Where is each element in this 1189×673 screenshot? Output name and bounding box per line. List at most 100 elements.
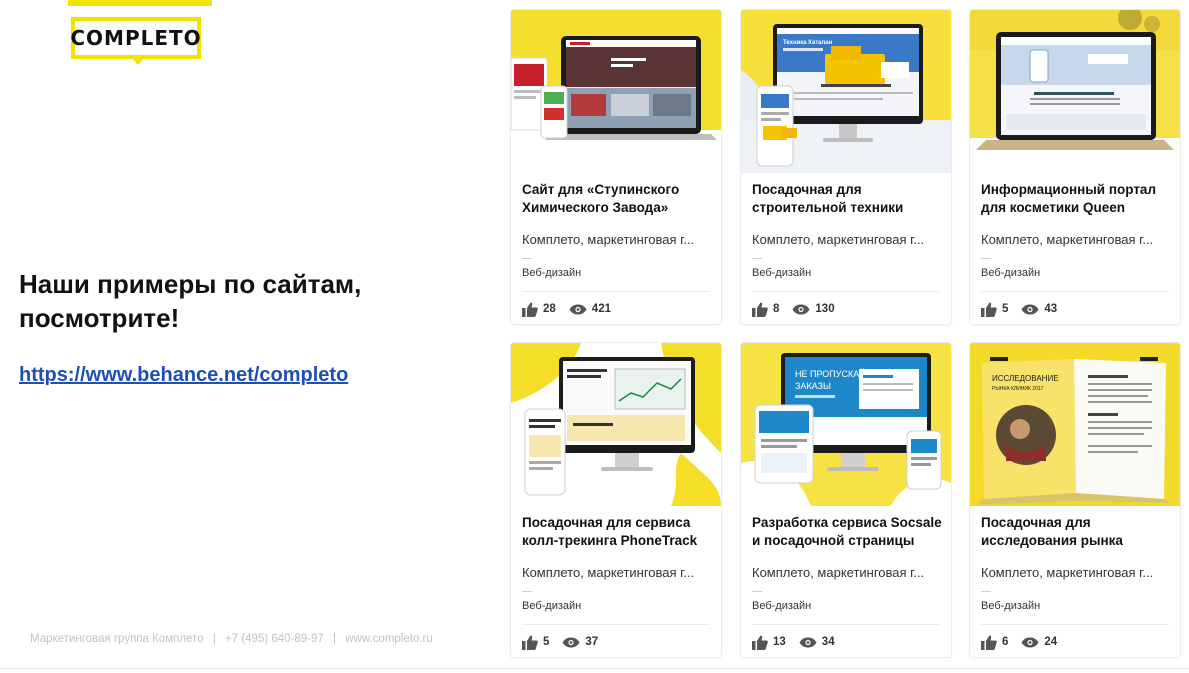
page-headline: Наши примеры по сайтам, посмотрите!: [19, 267, 459, 335]
devices-mockup-image: НЕ ПРОПУСКАЙТЕ ЗАКАЗЫ: [741, 343, 951, 506]
project-card-socsale[interactable]: НЕ ПРОПУСКАЙТЕ ЗАКАЗЫ Разработка сервиса…: [741, 343, 951, 657]
project-title-line-1: Посадочная для: [752, 182, 862, 197]
project-owner[interactable]: Комплето, маркетинговая г...: [752, 232, 944, 247]
footer: Маркетинговая группа Комплето | +7 (495)…: [30, 633, 433, 645]
mockup-heading-text: ЗАКАЗЫ: [795, 381, 831, 391]
eye-icon: [562, 637, 580, 647]
likes-count: 5: [1002, 303, 1009, 315]
project-thumbnail[interactable]: Техника Катапан: [741, 10, 951, 173]
project-stats: 5 37: [522, 633, 611, 651]
stats-divider: [752, 291, 940, 292]
book-subtitle-text: РЫНКА КЛИНИК 2017: [992, 386, 1044, 392]
stats-divider: [981, 624, 1169, 625]
dash-divider: [752, 591, 762, 592]
views-count: 24: [1044, 636, 1058, 648]
project-title-line-2: для косметики Queen: [981, 200, 1125, 215]
project-stats: 8 130: [752, 300, 848, 318]
project-stats: 6 24: [981, 633, 1070, 651]
project-field[interactable]: Веб-дизайн: [522, 267, 581, 279]
project-title-line-2: Химического Завода»: [522, 200, 669, 215]
stats-divider: [752, 624, 940, 625]
eye-icon: [1021, 304, 1039, 314]
likes-count: 13: [773, 636, 786, 648]
project-title[interactable]: Разработка сервиса Socsale и посадочной …: [752, 514, 944, 550]
project-thumbnail[interactable]: [511, 10, 721, 173]
thumbs-up-icon: [981, 302, 997, 317]
project-thumbnail[interactable]: ИССЛЕДОВАНИЕ РЫНКА КЛИНИК 2017: [970, 343, 1180, 506]
project-thumbnail[interactable]: [511, 343, 721, 506]
project-owner[interactable]: Комплето, маркетинговая г...: [981, 232, 1173, 247]
thumbs-up-icon: [981, 635, 997, 650]
mockup-heading-text: Техника Катапан: [783, 40, 833, 46]
project-title-line-1: Разработка сервиса Socsale: [752, 515, 942, 530]
project-owner[interactable]: Комплето, маркетинговая г...: [752, 565, 944, 580]
project-field[interactable]: Веб-дизайн: [981, 267, 1040, 279]
dash-divider: [752, 258, 762, 259]
likes-count: 28: [543, 303, 556, 315]
footer-phone: +7 (495) 640-89-97: [225, 633, 324, 645]
dash-divider: [522, 591, 532, 592]
footer-site: www.completo.ru: [345, 633, 433, 645]
dash-divider: [981, 591, 991, 592]
project-field[interactable]: Веб-дизайн: [752, 267, 811, 279]
dash-divider: [522, 258, 532, 259]
headline-line-2: посмотрите!: [19, 303, 180, 333]
stats-divider: [981, 291, 1169, 292]
likes-count: 5: [543, 636, 550, 648]
project-title-line-2: колл-трекинга PhoneTrack: [522, 533, 698, 548]
logo-top-bar: [68, 0, 212, 6]
project-title[interactable]: Посадочная для исследования рынка: [981, 514, 1173, 550]
project-title-line-1: Посадочная для: [981, 515, 1091, 530]
project-card-chemical-plant[interactable]: Сайт для «Ступинского Химического Завода…: [511, 10, 721, 324]
headline-line-1: Наши примеры по сайтам,: [19, 269, 362, 299]
project-title-line-2: и посадочной страницы: [752, 533, 915, 548]
project-card-market-research[interactable]: ИССЛЕДОВАНИЕ РЫНКА КЛИНИК 2017 Посадочна…: [970, 343, 1180, 657]
project-title[interactable]: Посадочная для строительной техники: [752, 181, 944, 217]
project-title[interactable]: Сайт для «Ступинского Химического Завода…: [522, 181, 714, 217]
project-title-line-2: строительной техники: [752, 200, 904, 215]
footer-separator: |: [212, 633, 216, 645]
views-count: 37: [585, 636, 599, 648]
project-owner[interactable]: Комплето, маркетинговая г...: [522, 232, 714, 247]
project-field[interactable]: Веб-дизайн: [752, 600, 811, 612]
project-card-construction-equipment[interactable]: Техника Катапан Посадочная для строитель…: [741, 10, 951, 324]
project-card-phonetrack[interactable]: Посадочная для сервиса колл-трекинга Pho…: [511, 343, 721, 657]
logo-frame: COMPLETO: [70, 17, 202, 59]
project-stats: 13 34: [752, 633, 848, 651]
project-title-line-1: Сайт для «Ступинского: [522, 182, 680, 197]
project-owner[interactable]: Комплето, маркетинговая г...: [981, 565, 1173, 580]
project-stats: 28 421: [522, 300, 624, 318]
eye-icon: [792, 304, 810, 314]
desktop-mockup-image: [511, 343, 721, 506]
behance-link[interactable]: https://www.behance.net/completo: [19, 364, 348, 387]
views-count: 34: [821, 636, 835, 648]
laptop-mockup-image: [970, 10, 1180, 173]
bottom-divider: [0, 668, 1189, 669]
book-mockup-image: ИССЛЕДОВАНИЕ РЫНКА КЛИНИК 2017: [970, 343, 1180, 506]
book-title-text: ИССЛЕДОВАНИЕ: [992, 374, 1059, 383]
footer-separator: |: [333, 633, 336, 645]
project-field[interactable]: Веб-дизайн: [522, 600, 581, 612]
eye-icon: [569, 304, 587, 314]
completo-logo: COMPLETO: [68, 0, 212, 66]
project-title[interactable]: Информационный портал для косметики Quee…: [981, 181, 1173, 217]
views-count: 421: [591, 303, 611, 315]
thumbs-up-icon: [752, 635, 768, 650]
footer-company: Маркетинговая группа Комплето: [30, 633, 204, 645]
project-card-cosmetics-portal[interactable]: Информационный портал для косметики Quee…: [970, 10, 1180, 324]
stats-divider: [522, 291, 710, 292]
project-title[interactable]: Посадочная для сервиса колл-трекинга Pho…: [522, 514, 714, 550]
stats-divider: [522, 624, 710, 625]
project-owner[interactable]: Комплето, маркетинговая г...: [522, 565, 714, 580]
desktop-mockup-image: Техника Катапан: [741, 10, 951, 173]
eye-icon: [1021, 637, 1039, 647]
laptop-mockup-image: [511, 10, 721, 173]
project-title-line-2: исследования рынка: [981, 533, 1123, 548]
project-thumbnail[interactable]: [970, 10, 1180, 173]
project-thumbnail[interactable]: НЕ ПРОПУСКАЙТЕ ЗАКАЗЫ: [741, 343, 951, 506]
project-stats: 5 43: [981, 300, 1070, 318]
project-field[interactable]: Веб-дизайн: [981, 600, 1040, 612]
logo-text: COMPLETO: [70, 26, 202, 50]
thumbs-up-icon: [522, 635, 538, 650]
likes-count: 6: [1002, 636, 1009, 648]
